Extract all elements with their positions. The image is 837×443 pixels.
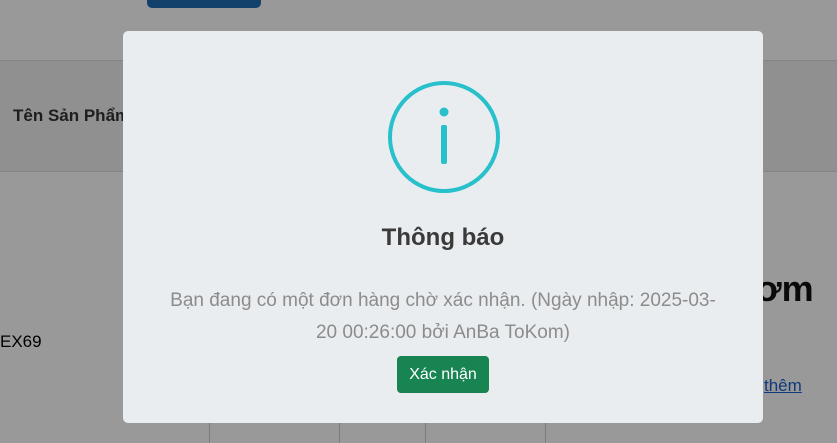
dialog-title: Thông báo xyxy=(381,224,505,251)
info-icon xyxy=(388,81,500,193)
confirm-button[interactable]: Xác nhận xyxy=(397,356,489,393)
dialog-message: Bạn đang có một đơn hàng chờ xác nhận. (… xyxy=(170,290,716,343)
page: Tên Sản Phẩm EX69 ơm thêm Thông báo Bạn … xyxy=(0,0,837,443)
notification-dialog: Thông báo Bạn đang có một đơn hàng chờ x… xyxy=(123,31,763,423)
